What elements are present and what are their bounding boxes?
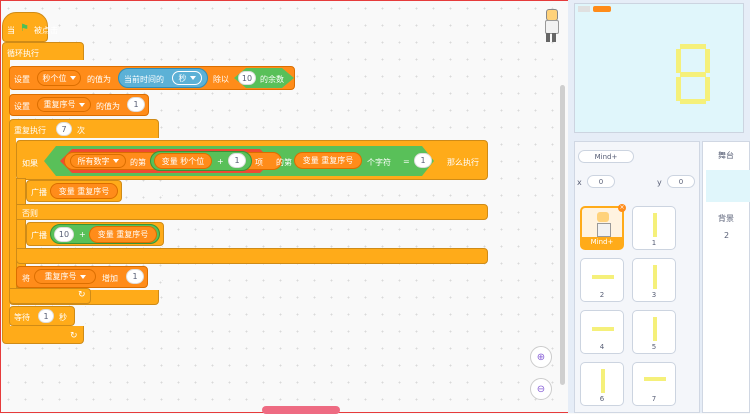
item-label: 项: [255, 158, 263, 167]
stage-title: 舞台: [718, 151, 734, 160]
time-unit-dropdown[interactable]: 秒: [172, 71, 202, 85]
sprite-tile-4[interactable]: 4: [580, 310, 624, 354]
set1-variable-dropdown[interactable]: 秒个位: [37, 70, 81, 86]
of-char-label: 的第: [276, 158, 292, 167]
set1-label: 设置: [14, 75, 30, 84]
forever-loop-arrow-icon: ↻: [70, 331, 78, 341]
hat-clicked-label: 被点击: [34, 26, 58, 35]
y-label: y: [657, 178, 662, 187]
stage-canvas[interactable]: [574, 3, 744, 133]
of-item-label: 的第: [130, 158, 146, 167]
var-reporter-seconds[interactable]: 变量 秒个位: [154, 153, 212, 169]
repeat-label: 重复执行: [14, 126, 46, 135]
zoom-out-button[interactable]: ⊖: [530, 378, 552, 400]
zoom-out-icon: ⊖: [536, 383, 546, 395]
else-bar: [16, 204, 488, 220]
y-field[interactable]: 0: [667, 175, 695, 188]
sprite-tile-6[interactable]: 6: [580, 362, 624, 406]
change-value-input[interactable]: 1: [126, 269, 144, 284]
plus-label-1: +: [217, 157, 224, 166]
mod-label: 除以: [213, 75, 229, 84]
x-label: x: [577, 178, 582, 187]
set2-label: 设置: [14, 102, 30, 111]
green-flag-icon: ⚑: [20, 23, 29, 34]
wait-unit-label: 秒: [59, 313, 67, 322]
set2-variable-dropdown[interactable]: 重复序号: [37, 97, 91, 112]
stage-orange-badge: [593, 6, 611, 12]
sprite-tile-1[interactable]: 1: [632, 206, 676, 250]
plus-value-input-1[interactable]: 1: [228, 153, 246, 168]
zoom-in-icon: ⊕: [536, 351, 546, 363]
sprite-tile-label: 1: [651, 239, 657, 247]
sprite-name-field[interactable]: Mind+: [578, 150, 634, 163]
repeat-times-label: 次: [77, 126, 85, 135]
sprite-tile-label: Mind+: [582, 237, 622, 248]
sprite-tile-2[interactable]: 2: [580, 258, 624, 302]
equals-value-input[interactable]: 1: [414, 153, 432, 168]
hat-when-label: 当: [7, 26, 15, 35]
broadcast2-var-reporter[interactable]: 变量 重复序号: [89, 226, 157, 243]
delete-sprite-icon[interactable]: ×: [618, 204, 626, 212]
sprite-tile-mind[interactable]: × Mind+: [580, 204, 626, 250]
x-field[interactable]: 0: [587, 175, 615, 188]
list-dropdown[interactable]: 所有数字: [70, 154, 126, 168]
then-label: 那么执行: [447, 158, 479, 167]
set2-value-input[interactable]: 1: [127, 97, 145, 112]
equals-label: =: [403, 157, 410, 166]
stage-badge: [578, 6, 590, 12]
set2-value-of-label: 的值为: [96, 102, 120, 111]
plus-label-2: +: [79, 230, 86, 239]
broadcast1-var-reporter[interactable]: 变量 重复序号: [50, 183, 118, 199]
stage-thumbnail[interactable]: [706, 170, 750, 202]
else-label: 否则: [22, 209, 38, 218]
backdrops-label: 背景: [718, 214, 734, 223]
mascot-sprite-icon: [542, 9, 560, 43]
divisor-input[interactable]: 10: [238, 71, 256, 85]
sprite-tile-3[interactable]: 3: [632, 258, 676, 302]
zoom-in-button[interactable]: ⊕: [530, 346, 552, 368]
vertical-scrollbar[interactable]: [560, 85, 565, 385]
repeat-count-input[interactable]: 7: [56, 122, 72, 136]
sprite-tile-label: 6: [599, 395, 605, 403]
sprite-tile-label: 2: [599, 291, 605, 299]
sprite-tile-5[interactable]: 5: [632, 310, 676, 354]
sprite-tile-7[interactable]: 7: [632, 362, 676, 406]
change-variable-dropdown[interactable]: 重复序号: [34, 269, 96, 284]
sprite-tile-label: 3: [651, 291, 657, 299]
var-reporter-index[interactable]: 变量 重复序号: [294, 152, 362, 169]
broadcast2-label: 广播: [31, 231, 47, 240]
forever-label: 循环执行: [7, 49, 39, 58]
wait-label: 等待: [14, 313, 30, 322]
sprite-tile-label: 7: [651, 395, 657, 403]
if-label: 如果: [22, 159, 38, 168]
set1-value-of-label: 的值为: [87, 75, 111, 84]
backdrops-count: 2: [724, 231, 730, 240]
char-label: 个字符: [367, 158, 391, 167]
change-label: 将: [22, 274, 30, 283]
broadcast2-number-input[interactable]: 10: [54, 227, 74, 242]
repeat-loop-arrow-icon: ↻: [78, 290, 86, 300]
current-time-label: 当前时间的: [124, 75, 164, 84]
sprite-tile-label: 5: [651, 343, 657, 351]
wait-value-input[interactable]: 1: [38, 309, 54, 323]
broadcast1-label: 广播: [31, 188, 47, 197]
increase-label: 增加: [102, 274, 118, 283]
if-bottom-bar: [16, 248, 488, 264]
remainder-label: 的余数: [260, 75, 284, 84]
sprite-tile-label: 4: [599, 343, 605, 351]
